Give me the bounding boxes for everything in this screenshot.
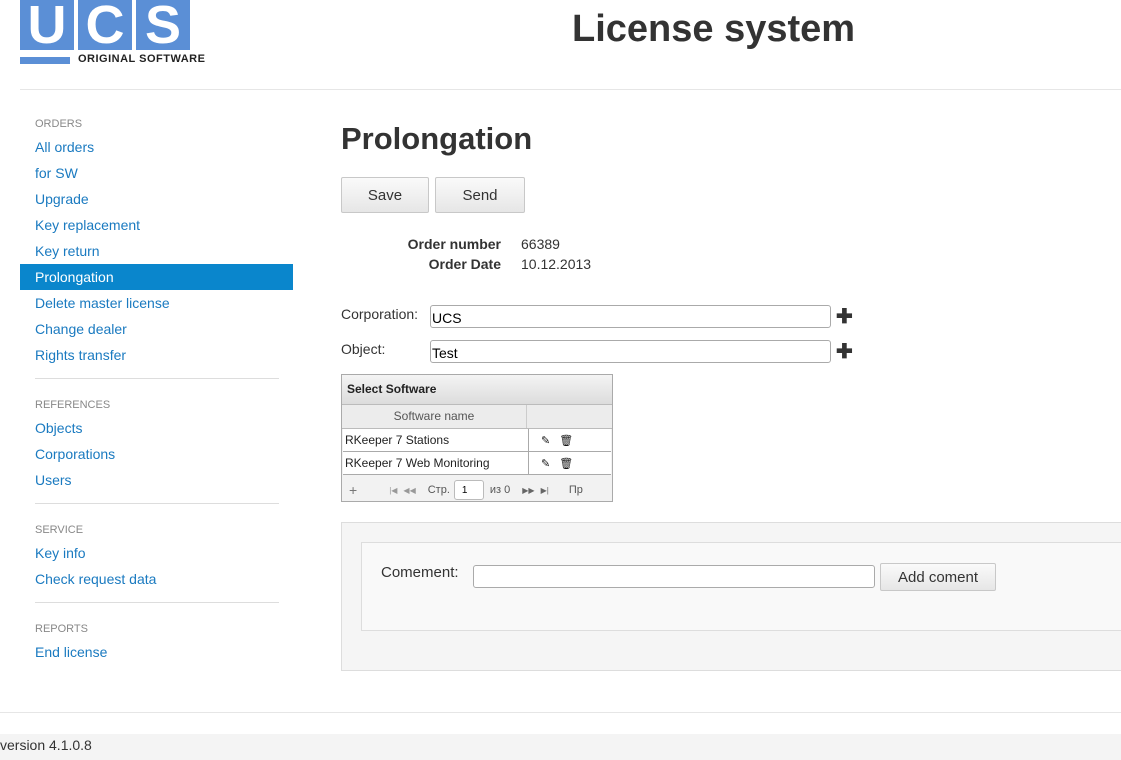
- order-date-value: 10.12.2013: [521, 256, 592, 272]
- pager-first-icon[interactable]: |◀: [389, 486, 397, 495]
- sidebar-section-title: REPORTS: [35, 623, 88, 635]
- sidebar-section-service: SERVICE Key info Check request data: [20, 514, 293, 592]
- grid-header: Software name: [342, 405, 612, 429]
- corporation-label: Corporation:: [341, 306, 419, 322]
- sidebar-section-title: SERVICE: [35, 524, 84, 536]
- table-row[interactable]: RKeeper 7 Stations ✎ 🗑: [343, 429, 611, 452]
- grid-caption: Select Software: [342, 375, 612, 405]
- pager-prev-icon[interactable]: ◀◀: [403, 486, 415, 495]
- pager-next-icon[interactable]: ▶▶: [522, 486, 534, 495]
- logo-subtitle: ORIGINAL SOFTWARE: [78, 53, 206, 65]
- pager-trailing-text: Пр: [568, 484, 583, 496]
- pager-add-icon[interactable]: +: [349, 482, 357, 498]
- sidebar-section-orders: ORDERS All orders for SW Upgrade Key rep…: [20, 108, 293, 368]
- sidebar-item-delete-master-license[interactable]: Delete master license: [20, 290, 293, 316]
- comment-input[interactable]: [473, 565, 875, 588]
- trash-icon[interactable]: 🗑: [559, 457, 573, 470]
- sidebar-divider: [35, 602, 279, 603]
- pager-last-icon[interactable]: ▶|: [541, 486, 549, 495]
- sidebar-item-users[interactable]: Users: [20, 467, 293, 493]
- pager-page-input[interactable]: [453, 480, 484, 500]
- send-button[interactable]: Send: [435, 177, 525, 213]
- sidebar-section-reports: REPORTS End license: [20, 613, 293, 665]
- sidebar-divider: [35, 378, 279, 379]
- header-divider: [20, 89, 1121, 90]
- logo-letter-s: S: [136, 0, 190, 50]
- trash-icon[interactable]: 🗑: [559, 434, 573, 447]
- order-number-value: 66389: [521, 236, 560, 252]
- sidebar-item-all-orders[interactable]: All orders: [20, 134, 293, 160]
- sidebar-item-objects[interactable]: Objects: [20, 415, 293, 441]
- sidebar: ORDERS All orders for SW Upgrade Key rep…: [20, 108, 293, 665]
- logo-letter-u: U: [20, 0, 74, 50]
- footer-divider: [0, 712, 1121, 713]
- pager-page-label: Стр.: [427, 484, 450, 496]
- column-header-actions: [527, 405, 612, 428]
- app-title: License system: [572, 8, 856, 50]
- sidebar-section-title: ORDERS: [35, 118, 83, 130]
- edit-pencil-icon[interactable]: ✎: [541, 434, 550, 447]
- row-actions: ✎ 🗑: [529, 429, 611, 451]
- sidebar-item-rights-transfer[interactable]: Rights transfer: [20, 342, 293, 368]
- software-name-cell: RKeeper 7 Web Monitoring: [343, 452, 529, 474]
- add-object-icon[interactable]: ✚: [836, 342, 853, 362]
- version-text: version 4.1.0.8: [0, 737, 92, 753]
- table-row[interactable]: RKeeper 7 Web Monitoring ✎ 🗑: [343, 452, 611, 475]
- sidebar-item-key-return[interactable]: Key return: [20, 238, 293, 264]
- order-date-label: Order Date: [428, 256, 501, 272]
- sidebar-divider: [35, 503, 279, 504]
- software-grid: Select Software Software name RKeeper 7 …: [341, 374, 613, 502]
- edit-pencil-icon[interactable]: ✎: [541, 457, 550, 470]
- software-name-cell: RKeeper 7 Stations: [343, 429, 529, 451]
- ucs-logo: U C S ORIGINAL SOFTWARE: [20, 0, 205, 70]
- logo-letter-c: C: [78, 0, 132, 50]
- comment-label: Comement:: [381, 564, 459, 581]
- sidebar-item-prolongation[interactable]: Prolongation: [20, 264, 293, 290]
- pager-of-label: из 0: [489, 484, 511, 496]
- footer: [0, 734, 1121, 760]
- add-corporation-icon[interactable]: ✚: [836, 307, 853, 327]
- order-number-label: Order number: [407, 236, 501, 252]
- row-actions: ✎ 🗑: [529, 452, 611, 474]
- sidebar-item-corporations[interactable]: Corporations: [20, 441, 293, 467]
- sidebar-item-key-replacement[interactable]: Key replacement: [20, 212, 293, 238]
- object-field[interactable]: [430, 340, 831, 363]
- sidebar-item-upgrade[interactable]: Upgrade: [20, 186, 293, 212]
- logo-letters: U C S: [20, 0, 191, 50]
- sidebar-section-title: REFERENCES: [35, 399, 111, 411]
- column-header-software-name[interactable]: Software name: [342, 405, 527, 428]
- sidebar-item-key-info[interactable]: Key info: [20, 540, 293, 566]
- corporation-field[interactable]: [430, 305, 831, 328]
- sidebar-section-references: REFERENCES Objects Corporations Users: [20, 389, 293, 493]
- sidebar-item-change-dealer[interactable]: Change dealer: [20, 316, 293, 342]
- object-label: Object:: [341, 341, 386, 357]
- sidebar-item-check-request-data[interactable]: Check request data: [20, 566, 293, 592]
- add-comment-button[interactable]: Add coment: [880, 563, 996, 591]
- grid-pager: + |◀ ◀◀ Стр. из 0 ▶▶ ▶| Пр: [342, 479, 612, 501]
- sidebar-item-end-license[interactable]: End license: [20, 639, 293, 665]
- save-button[interactable]: Save: [341, 177, 429, 213]
- page-title: Prolongation: [341, 121, 533, 156]
- sidebar-item-for-sw[interactable]: for SW: [20, 160, 293, 186]
- logo-bar: [20, 57, 70, 64]
